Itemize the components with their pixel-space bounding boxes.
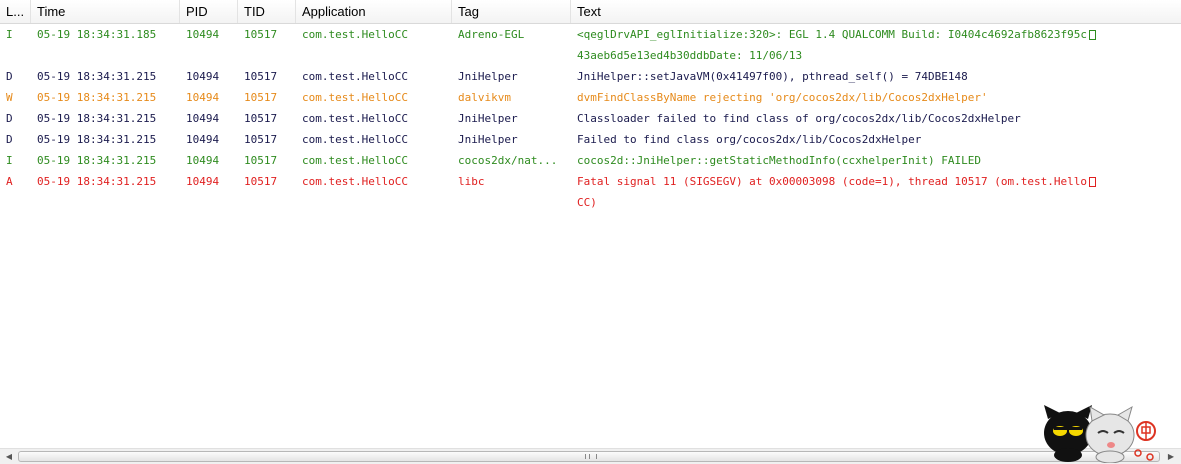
- log-application: com.test.HelloCC: [302, 154, 408, 167]
- log-pid: 10494: [186, 70, 220, 83]
- log-tid: 10517: [244, 133, 278, 146]
- log-time: 05-19 18:34:31.215: [37, 70, 157, 83]
- scrollbar-thumb[interactable]: [18, 451, 1160, 462]
- log-row[interactable]: I 05-19 18:34:31.215 10494 10517 com.tes…: [0, 150, 1181, 171]
- scrollbar-grip-icon: [585, 454, 597, 459]
- log-tag: JniHelper: [458, 70, 518, 83]
- log-text: cocos2d::JniHelper::getStaticMethodInfo(…: [577, 154, 981, 167]
- cartoon-cats-watermark-icon: [1044, 405, 1156, 463]
- wrap-marker-icon: [1088, 30, 1096, 40]
- log-text-line2: 43aeb6d5e13ed4b30ddbDate: 11/06/13: [577, 49, 803, 62]
- log-pid: 10494: [186, 175, 220, 188]
- column-header-text[interactable]: Text: [571, 0, 1181, 23]
- log-time: 05-19 18:34:31.215: [37, 91, 157, 104]
- log-level: W: [6, 91, 13, 104]
- column-header-pid-label: PID: [186, 4, 208, 19]
- log-tag: Adreno-EGL: [458, 28, 525, 41]
- log-tag: JniHelper: [458, 112, 518, 125]
- log-level: I: [6, 28, 13, 41]
- log-tid: 10517: [244, 91, 278, 104]
- column-header-level-label: L...: [6, 4, 25, 19]
- log-text: Fatal signal 11 (SIGSEGV) at 0x00003098 …: [577, 171, 1157, 213]
- log-time: 05-19 18:34:31.215: [37, 154, 157, 167]
- log-tag: libc: [458, 175, 485, 188]
- log-pid: 10494: [186, 112, 220, 125]
- log-text: <qeglDrvAPI_eglInitialize:320>: EGL 1.4 …: [577, 24, 1157, 66]
- log-text: Classloader failed to find class of org/…: [577, 112, 1021, 125]
- column-header-time-label: Time: [37, 4, 66, 19]
- log-application: com.test.HelloCC: [302, 133, 408, 146]
- log-text-line1: <qeglDrvAPI_eglInitialize:320>: EGL 1.4 …: [577, 28, 1087, 41]
- log-text: Failed to find class org/cocos2dx/lib/Co…: [577, 133, 922, 146]
- horizontal-scrollbar[interactable]: ◀ ▶: [0, 448, 1181, 464]
- log-time: 05-19 18:34:31.185: [37, 28, 157, 41]
- log-level: D: [6, 70, 13, 83]
- column-header-tid-label: TID: [244, 4, 265, 19]
- column-header-application[interactable]: Application: [296, 0, 452, 23]
- log-pid: 10494: [186, 28, 220, 41]
- log-time: 05-19 18:34:31.215: [37, 112, 157, 125]
- log-rows: I 05-19 18:34:31.185 10494 10517 com.tes…: [0, 24, 1181, 213]
- log-application: com.test.HelloCC: [302, 91, 408, 104]
- log-time: 05-19 18:34:31.215: [37, 175, 157, 188]
- log-tag: JniHelper: [458, 133, 518, 146]
- log-level: I: [6, 154, 13, 167]
- log-tid: 10517: [244, 28, 278, 41]
- log-row[interactable]: A 05-19 18:34:31.215 10494 10517 com.tes…: [0, 171, 1181, 213]
- column-header-tag[interactable]: Tag: [452, 0, 571, 23]
- log-tid: 10517: [244, 112, 278, 125]
- log-level: D: [6, 112, 13, 125]
- log-tag: dalvikvm: [458, 91, 511, 104]
- log-time: 05-19 18:34:31.215: [37, 133, 157, 146]
- log-row[interactable]: D 05-19 18:34:31.215 10494 10517 com.tes…: [0, 129, 1181, 150]
- log-level: A: [6, 175, 13, 188]
- column-header-level[interactable]: L...: [0, 0, 31, 23]
- column-header-pid[interactable]: PID: [180, 0, 238, 23]
- log-level: D: [6, 133, 13, 146]
- log-text-line2: CC): [577, 196, 597, 209]
- log-tid: 10517: [244, 154, 278, 167]
- column-header-application-label: Application: [302, 4, 366, 19]
- log-tid: 10517: [244, 175, 278, 188]
- log-text: JniHelper::setJavaVM(0x41497f00), pthrea…: [577, 70, 968, 83]
- log-row[interactable]: D 05-19 18:34:31.215 10494 10517 com.tes…: [0, 108, 1181, 129]
- log-pid: 10494: [186, 91, 220, 104]
- log-pid: 10494: [186, 154, 220, 167]
- log-tag: cocos2dx/nat...: [458, 154, 558, 167]
- scroll-left-arrow-icon[interactable]: ◀: [1, 449, 17, 464]
- column-header-text-label: Text: [577, 4, 601, 19]
- log-application: com.test.HelloCC: [302, 175, 408, 188]
- log-pid: 10494: [186, 133, 220, 146]
- log-row[interactable]: W 05-19 18:34:31.215 10494 10517 com.tes…: [0, 87, 1181, 108]
- column-header-time[interactable]: Time: [31, 0, 180, 23]
- column-header-tag-label: Tag: [458, 4, 479, 19]
- scroll-right-arrow-icon[interactable]: ▶: [1163, 449, 1179, 464]
- log-row[interactable]: I 05-19 18:34:31.185 10494 10517 com.tes…: [0, 24, 1181, 66]
- log-text-line1: Fatal signal 11 (SIGSEGV) at 0x00003098 …: [577, 175, 1087, 188]
- log-tid: 10517: [244, 70, 278, 83]
- log-text: dvmFindClassByName rejecting 'org/cocos2…: [577, 91, 988, 104]
- log-application: com.test.HelloCC: [302, 70, 408, 83]
- column-header-tid[interactable]: TID: [238, 0, 296, 23]
- log-table-header: L... Time PID TID Application Tag Text: [0, 0, 1181, 24]
- log-row[interactable]: D 05-19 18:34:31.215 10494 10517 com.tes…: [0, 66, 1181, 87]
- wrap-marker-icon: [1088, 177, 1096, 187]
- log-application: com.test.HelloCC: [302, 28, 408, 41]
- log-application: com.test.HelloCC: [302, 112, 408, 125]
